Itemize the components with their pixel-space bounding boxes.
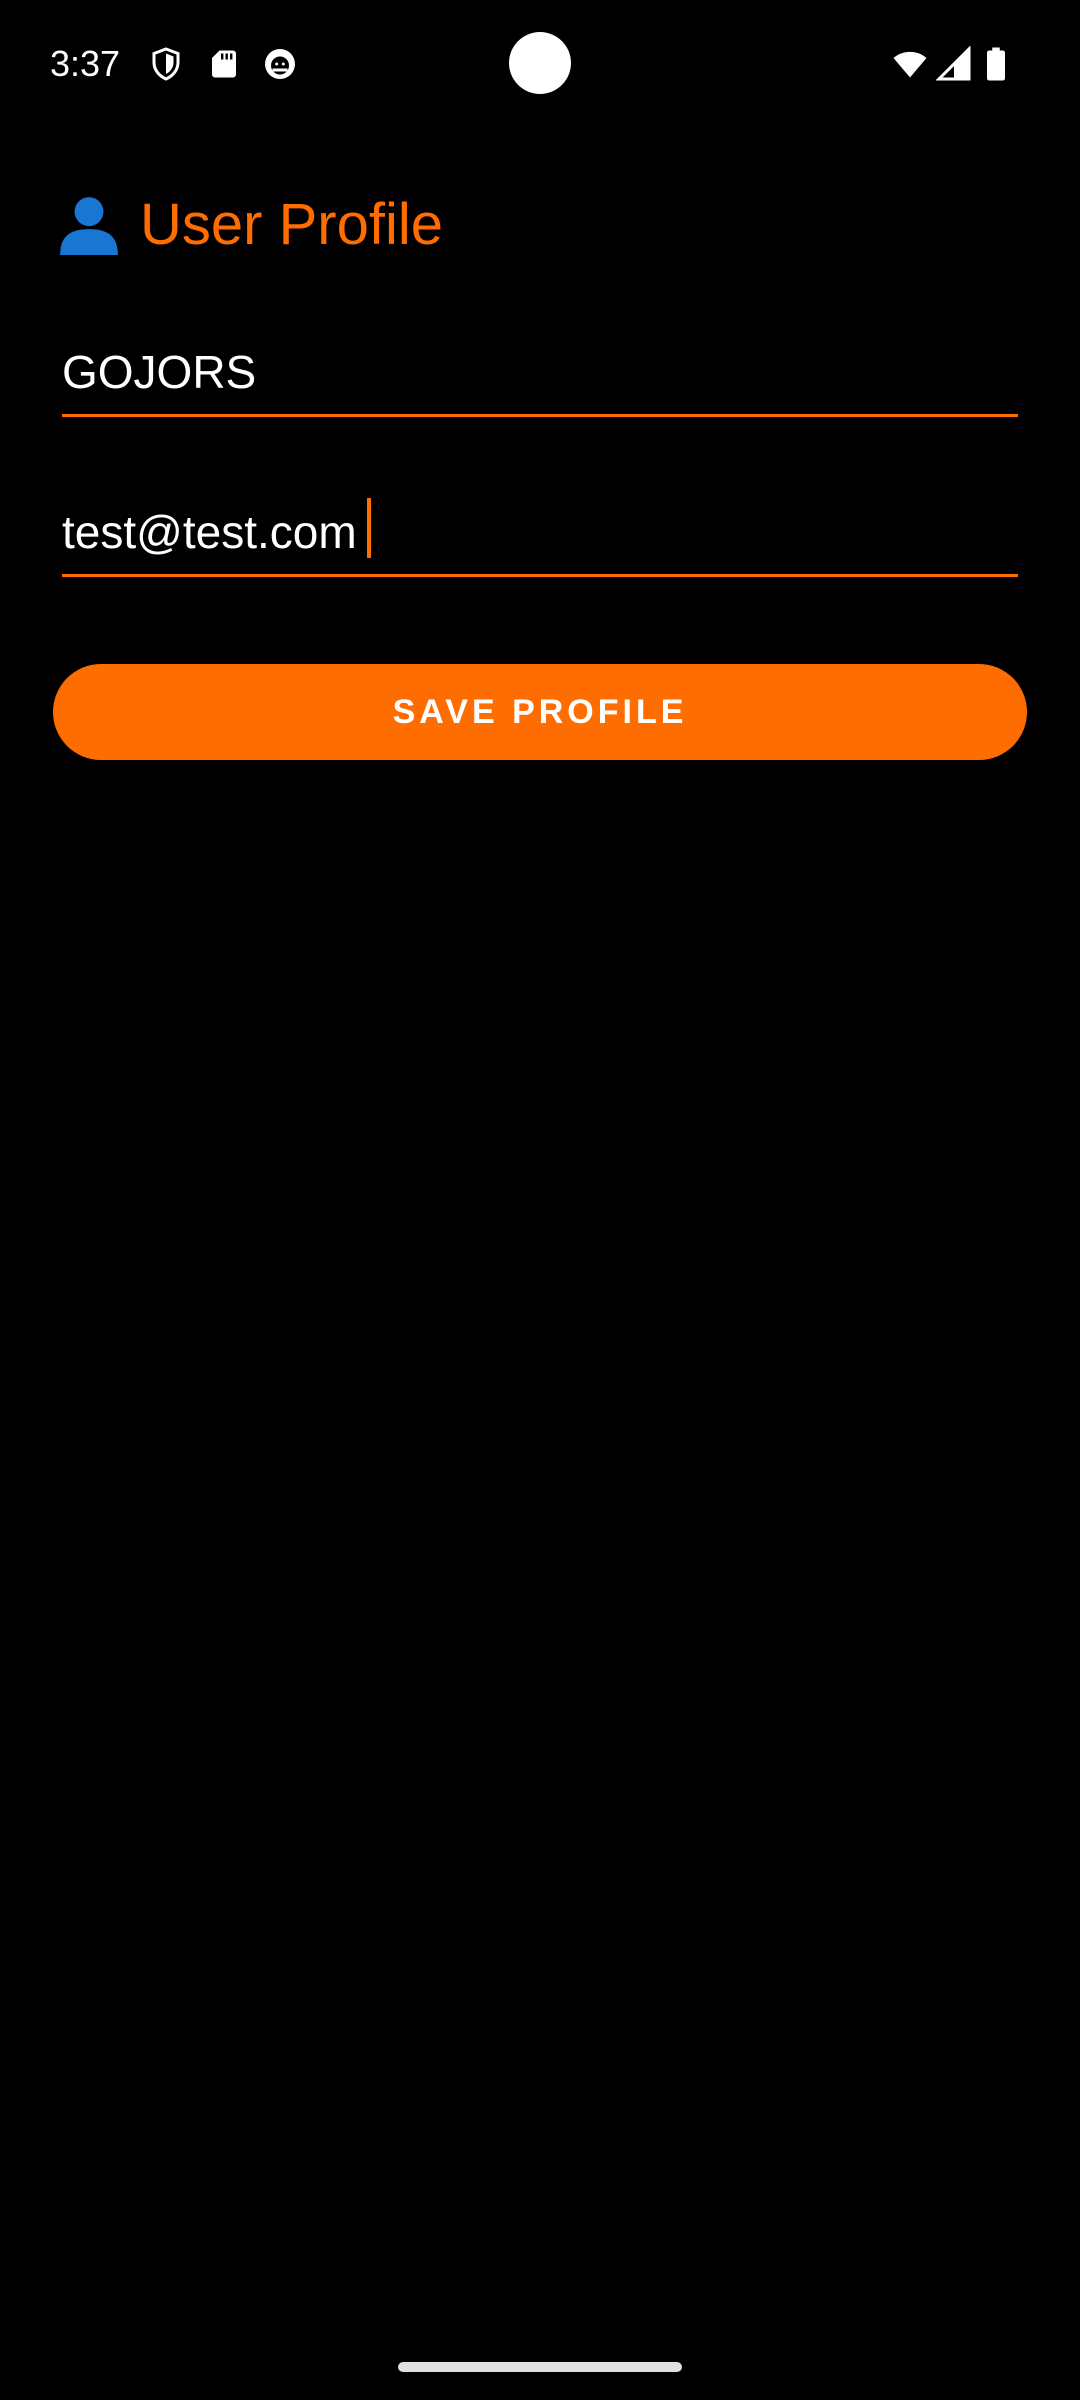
status-bar: 3:37 (0, 0, 1080, 130)
battery-icon (982, 46, 1010, 82)
name-input[interactable] (62, 342, 1018, 402)
page-header: User Profile (56, 186, 443, 262)
status-time: 3:37 (50, 43, 121, 84)
sd-card-icon (206, 46, 242, 82)
page-title: User Profile (140, 191, 443, 257)
home-gesture-bar[interactable] (398, 2362, 682, 2372)
email-field[interactable] (62, 494, 1018, 577)
cell-signal-icon (936, 46, 972, 82)
wifi-icon (890, 46, 930, 82)
save-profile-button[interactable]: SAVE PROFILE (53, 664, 1027, 760)
shield-icon (148, 46, 184, 82)
android-debug-icon (262, 46, 298, 82)
name-field[interactable] (62, 334, 1018, 417)
email-input[interactable] (62, 502, 1018, 562)
camera-cutout (509, 32, 571, 94)
user-icon (56, 191, 122, 257)
text-cursor (367, 498, 371, 558)
